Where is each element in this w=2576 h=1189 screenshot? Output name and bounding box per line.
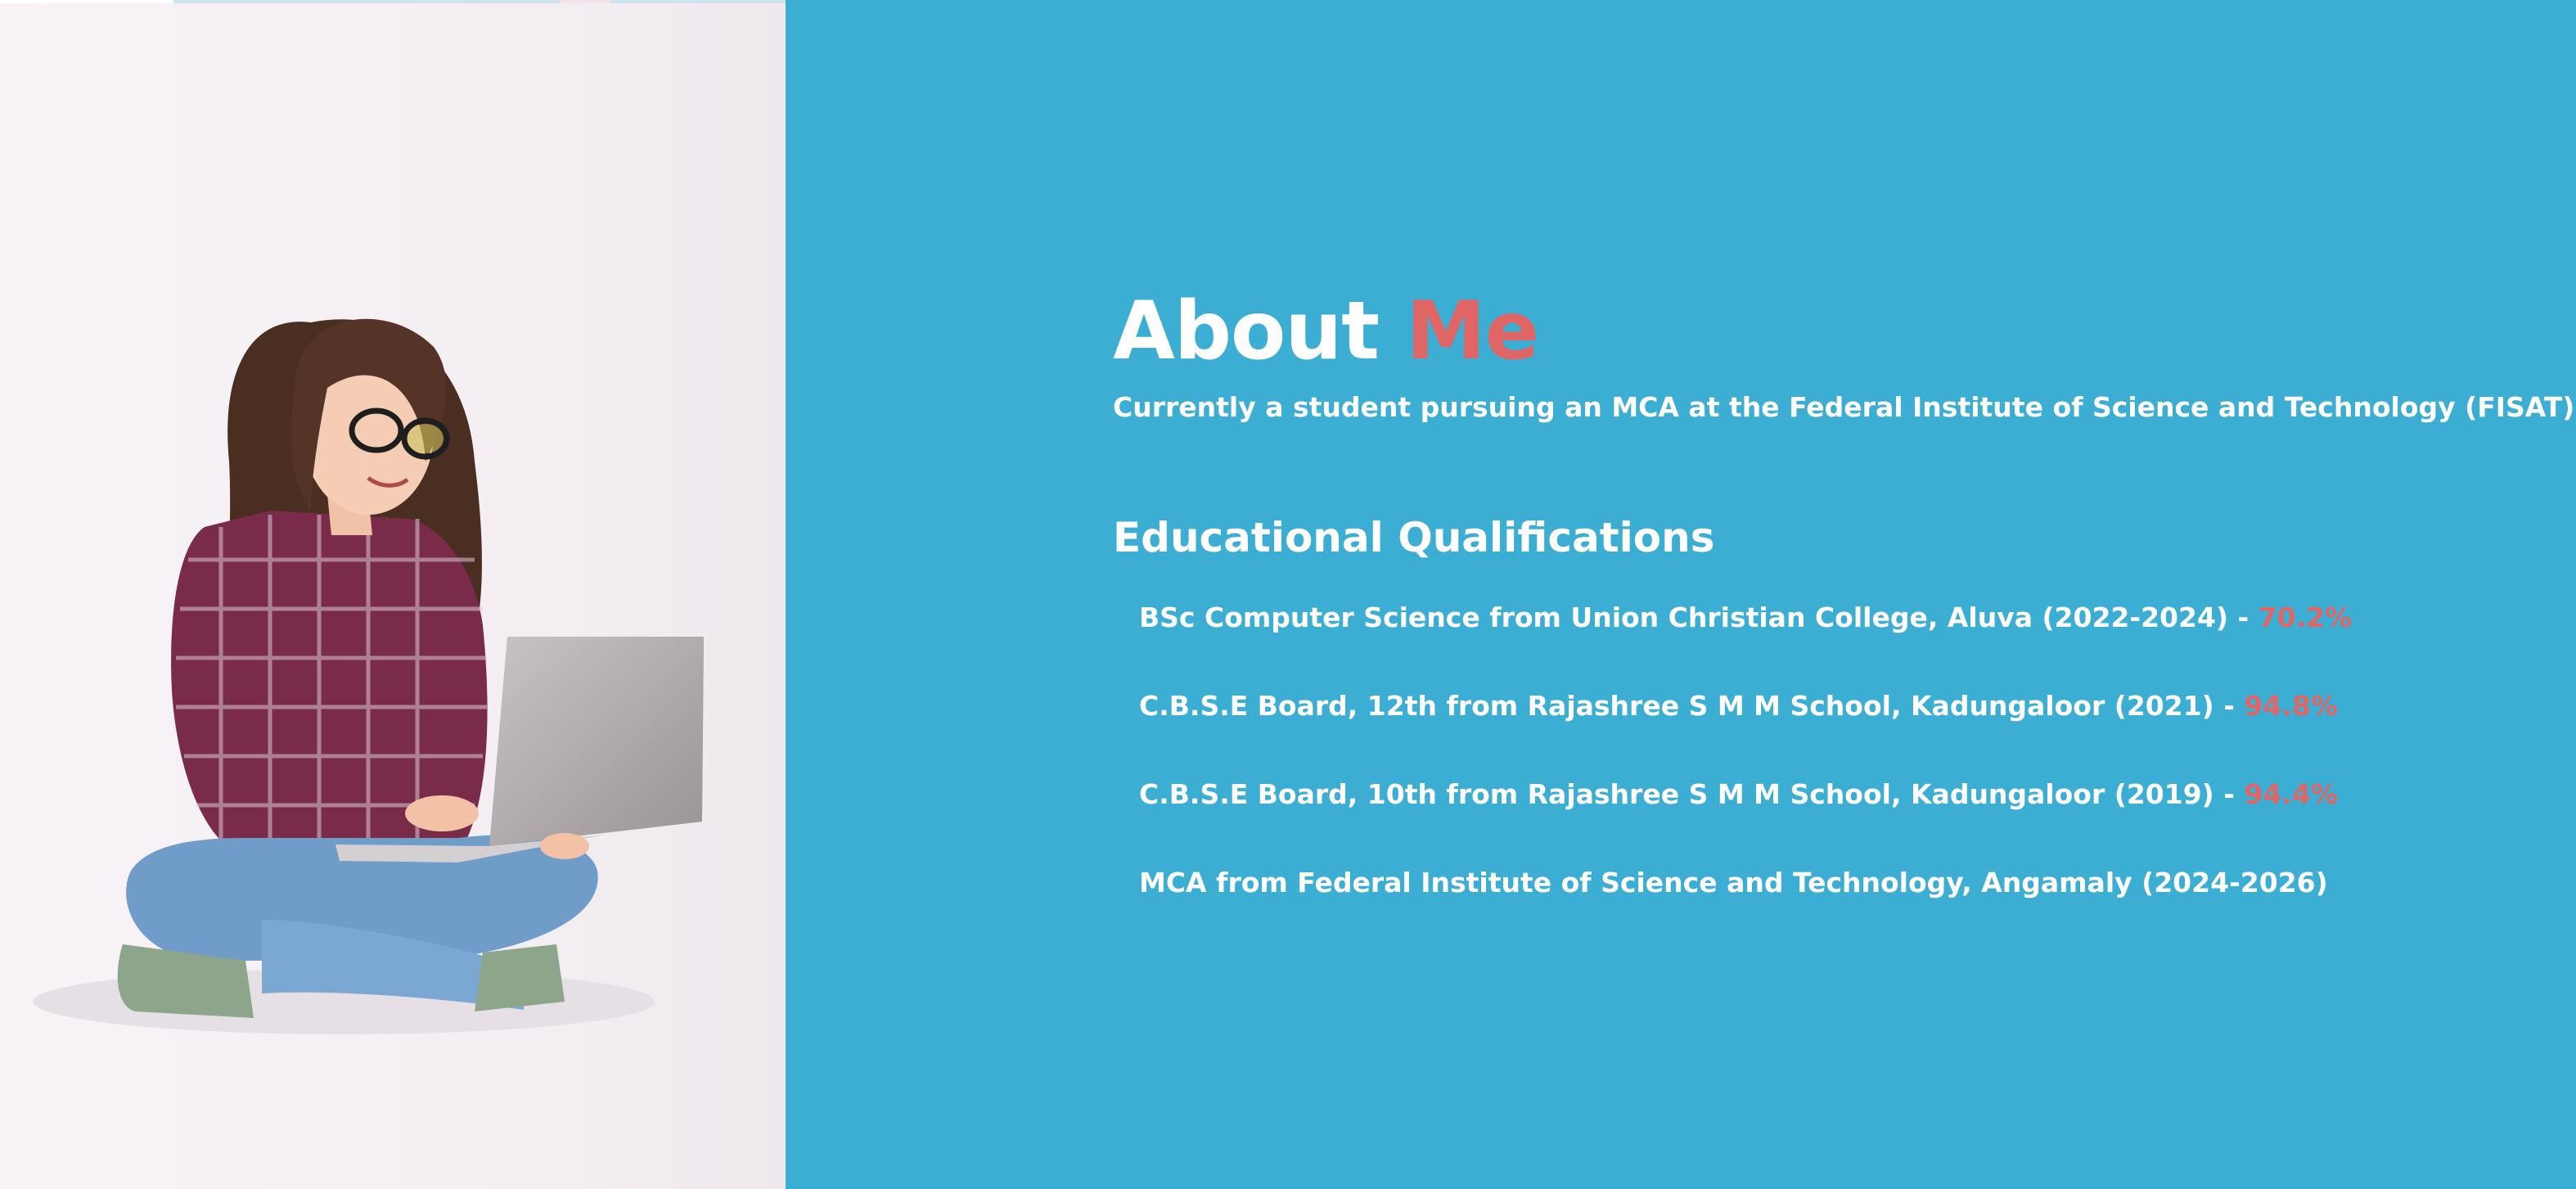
about-intro: Currently a student pursuing an MCA at t… xyxy=(1113,391,2576,423)
education-item-text: MCA from Federal Institute of Science an… xyxy=(1139,867,2328,899)
education-item: C.B.S.E Board, 10th from Rajashree S M M… xyxy=(1139,778,2352,867)
education-item: MCA from Federal Institute of Science an… xyxy=(1139,867,2352,955)
education-item-text: BSc Computer Science from Union Christia… xyxy=(1139,601,2259,633)
education-list: BSc Computer Science from Union Christia… xyxy=(1139,601,2352,955)
about-section: About Me Currently a student pursuing an… xyxy=(786,0,2576,1189)
education-item-text: C.B.S.E Board, 10th from Rajashree S M M… xyxy=(1139,778,2245,810)
about-title-main: About xyxy=(1113,285,1380,378)
education-item-score: 94.8% xyxy=(2244,690,2338,722)
education-heading: Educational Qualifications xyxy=(1113,514,1715,561)
education-item-score: 70.2% xyxy=(2258,601,2353,633)
education-item: BSc Computer Science from Union Christia… xyxy=(1139,601,2352,690)
education-item-text: C.B.S.E Board, 12th from Rajashree S M M… xyxy=(1139,690,2245,722)
about-title: About Me xyxy=(1113,285,1539,378)
education-item-score: 94.4% xyxy=(2244,778,2338,810)
about-title-accent: Me xyxy=(1406,285,1539,378)
profile-photo xyxy=(0,3,786,1189)
education-item: C.B.S.E Board, 12th from Rajashree S M M… xyxy=(1139,690,2352,778)
page: About Me Currently a student pursuing an… xyxy=(0,0,2576,1189)
